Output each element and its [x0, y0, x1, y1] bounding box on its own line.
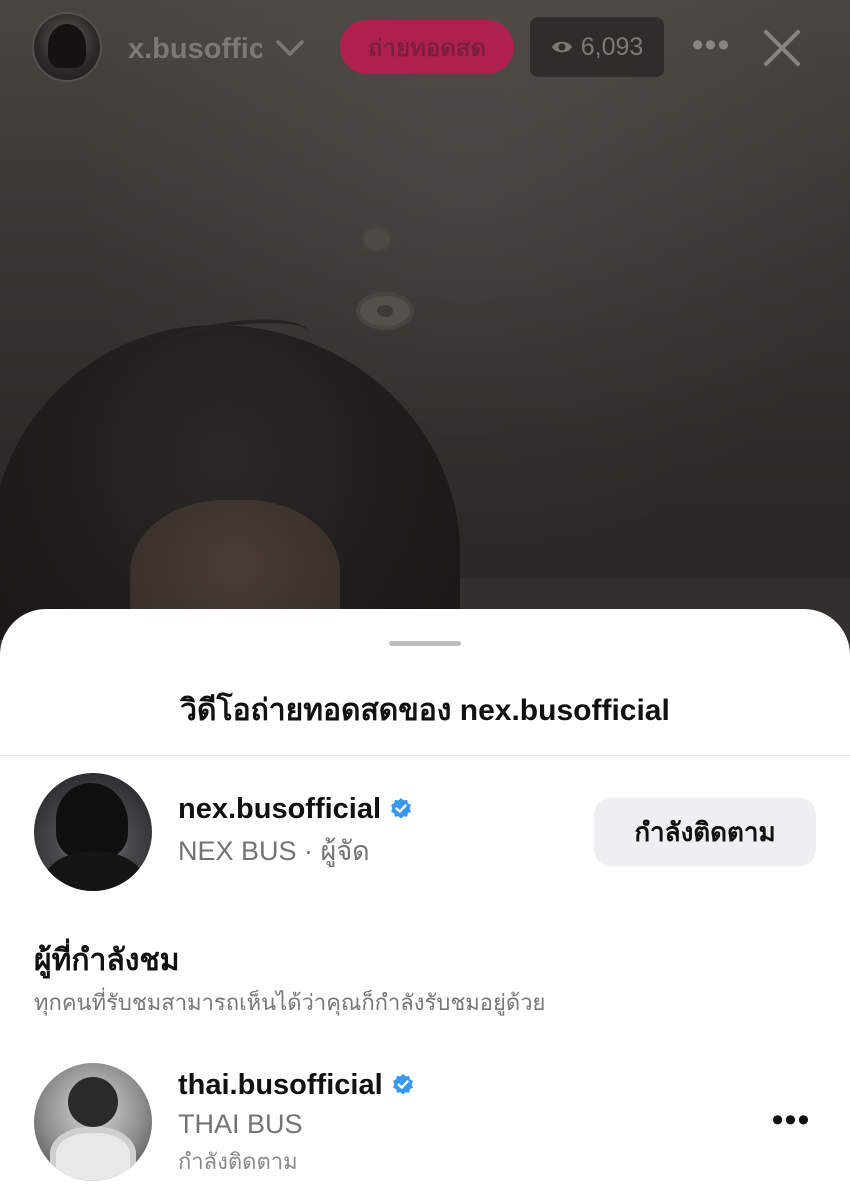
eye-icon — [551, 41, 572, 53]
host-avatar[interactable] — [34, 14, 100, 80]
ceiling-fixture — [364, 228, 390, 250]
viewer-username[interactable]: thai.busofficial — [178, 1067, 415, 1103]
close-icon[interactable] — [760, 26, 804, 70]
viewers-heading: ผู้ที่กำลังชม — [34, 944, 180, 977]
live-top-bar: x.busoffic ถ่ายทอดสด 6,093 ••• — [0, 0, 850, 96]
viewer-count: 6,093 — [580, 32, 644, 61]
viewer-username-text: thai.busofficial — [178, 1069, 383, 1101]
verified-icon — [392, 1074, 413, 1095]
viewer-full-name: THAI BUS — [178, 1109, 303, 1139]
live-info-sheet: วิดีโอถ่ายทอดสดของ nex.busofficial nex.b… — [0, 609, 850, 1200]
verified-icon — [391, 798, 412, 819]
chevron-down-icon[interactable] — [274, 34, 306, 62]
viewers-description: ทุกคนที่รับชมสามารถเห็นได้ว่าคุณก็กำลังร… — [34, 990, 546, 1015]
host-row-avatar[interactable] — [34, 773, 152, 891]
host-row-username-text: nex.busofficial — [178, 793, 382, 825]
more-icon[interactable]: ••• — [690, 28, 732, 68]
sheet-grabber[interactable] — [389, 641, 461, 646]
host-row-username[interactable]: nex.busofficial — [178, 791, 413, 827]
sheet-title: วิดีโอถ่ายทอดสดของ nex.busofficial — [180, 694, 670, 727]
following-button[interactable]: กำลังติดตาม — [594, 798, 816, 866]
viewer-avatar[interactable] — [34, 1063, 152, 1181]
viewer-count-badge[interactable]: 6,093 — [530, 17, 664, 77]
live-badge: ถ่ายทอดสด — [340, 20, 514, 74]
live-video — [0, 0, 850, 640]
more-icon[interactable]: ••• — [770, 1103, 812, 1143]
viewer-follow-status: กำลังติดตาม — [178, 1149, 298, 1174]
host-row-subtitle: NEX BUS · ผู้จัด — [178, 836, 370, 866]
ceiling-light — [360, 296, 410, 326]
divider — [0, 755, 850, 756]
host-username[interactable]: x.busoffic — [128, 28, 262, 70]
